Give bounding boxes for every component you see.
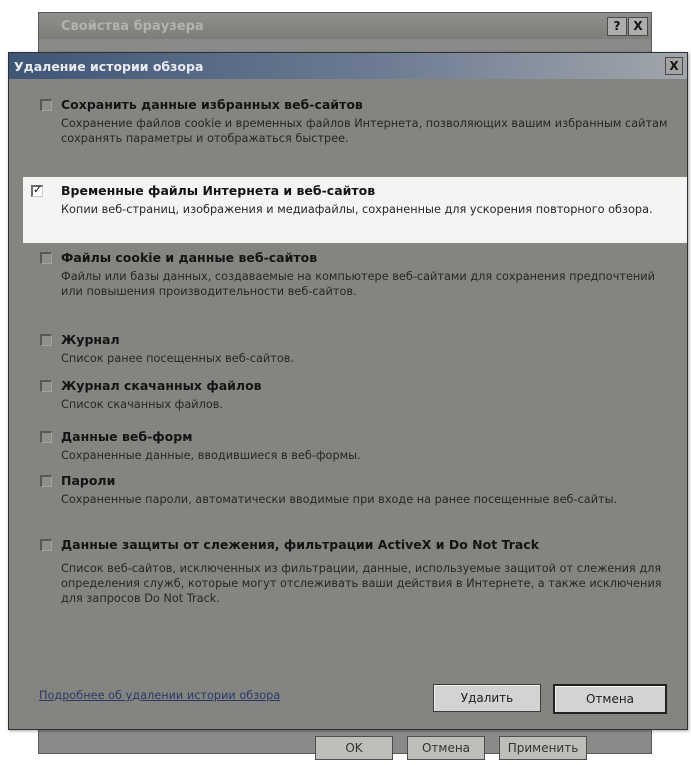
help-button[interactable]: ?: [607, 17, 627, 36]
option-temporary-files: ✓ Временные файлы Интернета и веб-сайтов…: [23, 177, 687, 243]
dialog-close-button[interactable]: X: [665, 57, 683, 75]
option-history: Журнал Список ранее посещенных веб-сайто…: [35, 332, 675, 365]
option-tracking-protection: Данные защиты от слежения, фильтрации Ac…: [35, 537, 675, 605]
tracking-protection-checkbox[interactable]: [40, 539, 52, 551]
option-title: Журнал скачанных файлов: [61, 378, 262, 393]
learn-more-link[interactable]: Подробнее об удалении истории обзора: [39, 689, 280, 702]
option-form-data: Данные веб-форм Сохраненные данные, ввод…: [35, 429, 675, 462]
download-history-checkbox[interactable]: [40, 380, 52, 392]
option-title: Файлы cookie и данные веб-сайтов: [61, 250, 318, 265]
browser-properties-title: Свойства браузера: [61, 19, 204, 34]
delete-button[interactable]: Удалить: [433, 684, 541, 712]
preserve-favorites-checkbox[interactable]: [40, 99, 52, 111]
option-description: Сохраненные пароли, автоматически вводим…: [61, 493, 618, 506]
option-description: Сохранение файлов cookie и временных фай…: [61, 117, 668, 145]
option-description: Копии веб-страниц, изображения и медиафа…: [61, 203, 653, 216]
option-title: Сохранить данные избранных веб-сайтов: [61, 97, 363, 112]
option-description: Файлы или базы данных, создаваемые на ко…: [61, 270, 655, 298]
browser-properties-close-button[interactable]: X: [628, 17, 648, 36]
option-title: Данные защиты от слежения, фильтрации Ac…: [61, 537, 540, 552]
passwords-checkbox[interactable]: [40, 475, 52, 487]
browser-properties-titlebar: Свойства браузера ? X: [39, 13, 651, 39]
cookies-checkbox[interactable]: [40, 252, 52, 264]
option-title: Данные веб-форм: [61, 429, 193, 444]
option-description: Список ранее посещенных веб-сайтов.: [61, 352, 295, 365]
option-description: Сохраненные данные, вводившиеся в веб-фо…: [61, 449, 361, 462]
option-title: Временные файлы Интернета и веб-сайтов: [61, 183, 376, 198]
apply-button[interactable]: Применить: [499, 736, 587, 760]
option-description: Список веб-сайтов, исключенных из фильтр…: [61, 562, 662, 605]
option-title: Пароли: [61, 473, 116, 488]
dialog-title: Удаление истории обзора: [14, 59, 204, 74]
option-passwords: Пароли Сохраненные пароли, автоматически…: [35, 473, 675, 519]
form-data-checkbox[interactable]: [40, 431, 52, 443]
option-cookies: Файлы cookie и данные веб-сайтов Файлы и…: [35, 250, 675, 298]
option-preserve-favorites: Сохранить данные избранных веб-сайтов Со…: [35, 97, 675, 145]
cancel-button[interactable]: Отмена: [553, 684, 667, 714]
ok-button[interactable]: OK: [315, 736, 393, 760]
option-title: Журнал: [61, 332, 120, 347]
temporary-files-checkbox[interactable]: ✓: [31, 183, 43, 197]
option-description: Список скачанных файлов.: [61, 398, 223, 411]
dialog-titlebar: Удаление истории обзора X: [9, 53, 687, 79]
properties-cancel-button[interactable]: Отмена: [407, 736, 485, 760]
checkmark-icon: ✓: [33, 183, 43, 196]
option-download-history: Журнал скачанных файлов Список скачанных…: [35, 378, 675, 411]
delete-history-dialog: Удаление истории обзора X Сохранить данн…: [8, 52, 688, 730]
history-checkbox[interactable]: [40, 334, 52, 346]
